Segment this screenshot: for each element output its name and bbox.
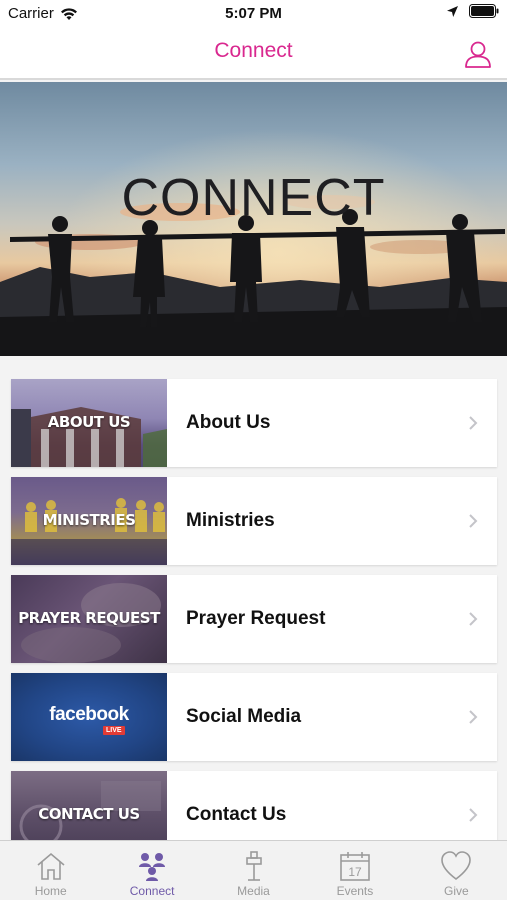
prayer-request-label: Prayer Request [186, 608, 326, 629]
prayer-request-row[interactable]: PRAYER REQUEST Prayer Request [11, 575, 497, 663]
location-arrow-icon [447, 5, 458, 17]
praying-hands-photo-thumbnail: PRAYER REQUEST [11, 575, 167, 663]
tab-events[interactable]: 17 Events [304, 841, 405, 900]
hero-title: CONNECT [121, 169, 386, 227]
status-time: 5:07 PM [225, 5, 282, 22]
tab-media[interactable]: Media [203, 841, 304, 900]
ministries-thumb-label: MINISTRIES [42, 511, 136, 529]
choir-photo-thumbnail: MINISTRIES [11, 477, 167, 565]
chevron-right-icon [469, 612, 478, 626]
social-media-label: Social Media [186, 706, 302, 727]
tab-events-label: Events [336, 884, 374, 898]
calendar-day: 17 [348, 865, 362, 879]
navigation-bar: Connect [0, 28, 507, 80]
chevron-right-icon [469, 710, 478, 724]
contact-us-thumb-label: CONTACT US [38, 805, 140, 823]
about-us-thumb-label: ABOUT US [47, 413, 131, 431]
about-us-row[interactable]: ABOUT US About Us [11, 379, 497, 467]
heart-icon [441, 851, 472, 881]
church-photo-thumbnail: ABOUT US [11, 379, 167, 467]
people-icon [139, 853, 166, 881]
calendar-icon: 17 [340, 852, 370, 881]
page-title: Connect [214, 39, 293, 62]
status-right [446, 4, 499, 18]
tab-bar: Home Connect Media 17 Events Give [0, 840, 507, 900]
tab-connect[interactable]: Connect [101, 841, 202, 900]
ministries-row[interactable]: MINISTRIES Ministries [11, 477, 497, 565]
home-icon [37, 852, 65, 880]
prayer-request-thumb-label: PRAYER REQUEST [18, 609, 160, 627]
hero-banner: CONNECT [0, 82, 507, 356]
status-bar: Carrier 5:07 PM [0, 0, 507, 28]
contact-us-label: Contact Us [186, 804, 287, 825]
battery-icon [469, 4, 499, 18]
facebook-live-logo-thumbnail: facebook LIVE [11, 673, 167, 761]
chevron-right-icon [469, 514, 478, 528]
live-badge: LIVE [103, 726, 125, 735]
chevron-right-icon [469, 808, 478, 822]
tab-give-label: Give [443, 884, 469, 898]
social-media-row[interactable]: facebook LIVE Social Media [11, 673, 497, 761]
about-us-label: About Us [186, 412, 271, 433]
facebook-logo-text: facebook [49, 704, 129, 725]
tab-media-label: Media [237, 884, 270, 898]
tab-give[interactable]: Give [406, 841, 507, 900]
media-icon [245, 851, 262, 881]
ministries-label: Ministries [186, 510, 275, 531]
tab-connect-label: Connect [129, 884, 175, 898]
profile-icon[interactable] [463, 39, 493, 69]
tab-home-label: Home [34, 884, 67, 898]
chevron-right-icon [469, 416, 478, 430]
tab-home[interactable]: Home [0, 841, 101, 900]
